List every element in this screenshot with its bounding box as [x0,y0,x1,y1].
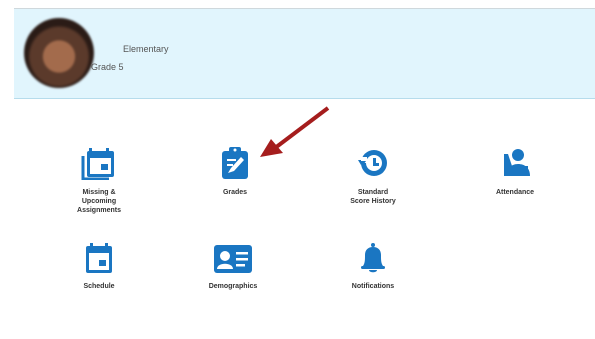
tile-notifications[interactable]: Notifications [323,240,423,291]
schedule-icon [49,240,149,274]
tile-label: Schedule [83,283,115,290]
tile-label: Notifications [351,283,395,290]
student-header: Elementary Grade 5 [14,9,595,99]
demographics-icon [183,240,283,274]
tile-standard-score-history[interactable]: Standard Score History [323,146,423,206]
tile-label: Demographics [208,283,258,290]
student-avatar [24,18,94,88]
tile-label: Attendance [495,189,535,196]
score-history-icon [323,146,423,180]
tile-missing-assignments[interactable]: Missing & Upcoming Assignments [49,146,149,215]
tile-attendance[interactable]: Attendance [465,146,565,197]
missing-assignments-icon [49,146,149,180]
tile-schedule[interactable]: Schedule [49,240,149,291]
tile-label: Grades [222,189,248,196]
notifications-icon [323,240,423,274]
student-grade: Grade 5 [91,62,124,72]
tile-label: Standard Score History [350,189,396,205]
tile-label: Missing & Upcoming Assignments [77,189,121,214]
tile-demographics[interactable]: Demographics [183,240,283,291]
annotation-arrow [260,106,330,157]
school-name: Elementary [123,44,169,54]
attendance-icon [465,146,565,180]
